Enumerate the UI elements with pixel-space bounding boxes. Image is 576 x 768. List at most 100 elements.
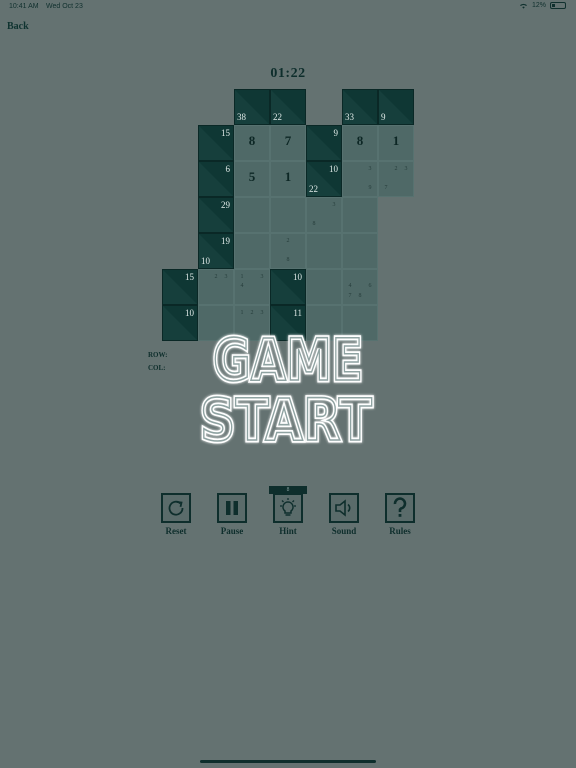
clue-right-sum: 15 <box>185 272 194 282</box>
col-label: COL: <box>148 364 166 372</box>
note-digit <box>365 174 375 183</box>
note-digit <box>257 292 267 301</box>
note-digit <box>319 210 329 219</box>
entry-cell[interactable] <box>234 197 270 233</box>
note-digit: 3 <box>260 310 264 316</box>
entry-cell[interactable] <box>306 269 342 305</box>
rules-label: Rules <box>389 526 411 536</box>
cell-notes: 23 7 <box>381 165 411 193</box>
note-digit <box>247 282 257 291</box>
note-digit <box>247 273 257 282</box>
clue-cell: 22 <box>270 89 306 125</box>
entry-cell[interactable]: 23 <box>198 269 234 305</box>
entry-cell[interactable]: 28 <box>270 233 306 269</box>
clue-right-sum: 10 <box>329 164 338 174</box>
game-timer: 01:22 <box>270 66 306 81</box>
clue-cell: 15 <box>198 125 234 161</box>
entry-cell[interactable]: 1 <box>378 125 414 161</box>
entry-cell[interactable]: 5 <box>234 161 270 197</box>
clue-down-sum: 10 <box>201 256 210 266</box>
note-digit: 3 <box>332 202 336 208</box>
clue-cell: 10 22 <box>306 161 342 197</box>
hint-label: Hint <box>279 526 297 536</box>
entry-cell[interactable]: 8 <box>234 125 270 161</box>
rules-button[interactable]: Rules <box>384 493 416 536</box>
note-digit <box>319 201 329 210</box>
entry-cell[interactable] <box>342 197 378 233</box>
note-digit <box>381 174 391 183</box>
kakuro-board: 38 22 33 9 15 8 7 9 8 1 6 5 1 10 22 3 9 2 3 7 29 3 8 19 10 2 8 15 2 3… <box>162 89 414 341</box>
entry-cell[interactable]: 7 <box>270 125 306 161</box>
clue-right-sum: 15 <box>221 128 230 138</box>
cell-notes: 1 3 4 <box>237 273 267 301</box>
cell-notes: 38 <box>309 201 339 229</box>
game-start-banner: GAME GAME START START <box>198 322 378 453</box>
note-digit <box>355 174 365 183</box>
note-digit <box>329 220 339 229</box>
note-digit <box>345 273 355 282</box>
sound-label: Sound <box>331 526 357 536</box>
hint-button[interactable]: Hint <box>272 493 304 536</box>
clue-down-sum: 9 <box>381 112 386 122</box>
note-digit <box>201 273 211 282</box>
clue-right-sum: 9 <box>333 128 339 138</box>
cell-value: 8 <box>248 133 256 148</box>
cell-notes: 28 <box>273 237 303 265</box>
note-digit <box>365 273 375 282</box>
note-digit <box>345 174 355 183</box>
note-digit <box>355 282 365 291</box>
pause-label: Pause <box>220 526 244 536</box>
cell-notes: 4 6 78 <box>345 273 375 301</box>
note-digit <box>201 292 211 301</box>
clue-right-sum: 10 <box>293 272 302 282</box>
reset-icon <box>168 500 184 516</box>
note-digit <box>247 292 257 301</box>
note-digit: 3 <box>368 166 372 172</box>
battery-percent: 12% <box>531 2 546 9</box>
home-indicator[interactable] <box>200 760 376 763</box>
svg-text:START: START <box>200 386 372 452</box>
pause-button[interactable]: Pause <box>216 493 248 536</box>
entry-cell[interactable] <box>270 197 306 233</box>
entry-cell[interactable]: 1 3 4 <box>234 269 270 305</box>
note-digit: 1 <box>240 274 244 280</box>
note-digit: 8 <box>312 220 316 227</box>
note-digit: 8 <box>358 292 362 299</box>
wifi-icon <box>519 3 527 9</box>
note-digit <box>365 292 375 301</box>
entry-cell[interactable]: 23 7 <box>378 161 414 197</box>
entry-cell[interactable]: 1 <box>270 161 306 197</box>
note-digit: 2 <box>394 166 398 172</box>
note-digit: 4 <box>240 283 244 290</box>
clue-cell: 38 <box>234 89 270 125</box>
note-digit <box>283 246 293 255</box>
clue-right-sum: 19 <box>221 236 230 246</box>
note-digit: 3 <box>224 274 228 280</box>
note-digit <box>237 292 247 301</box>
entry-cell[interactable]: 38 <box>306 197 342 233</box>
entry-cell[interactable]: 39 <box>342 161 378 197</box>
note-digit: 3 <box>404 166 408 172</box>
sound-button[interactable]: Sound <box>328 493 360 536</box>
clue-cell: 9 <box>306 125 342 161</box>
note-digit <box>257 282 267 291</box>
note-digit: 3 <box>260 274 264 280</box>
note-digit <box>273 237 283 246</box>
clue-cell: 10 <box>162 305 198 341</box>
entry-cell[interactable]: 8 <box>342 125 378 161</box>
entry-cell[interactable] <box>342 233 378 269</box>
clue-cell: 19 10 <box>198 233 234 269</box>
clue-right-sum: 11 <box>293 308 302 318</box>
note-digit <box>273 256 283 265</box>
entry-cell[interactable] <box>234 233 270 269</box>
cell-value: 5 <box>248 169 256 184</box>
row-col-info: ROW: COL: <box>148 349 167 375</box>
clue-down-sum: 22 <box>309 184 318 194</box>
note-digit <box>293 237 303 246</box>
clue-cell: 29 <box>198 197 234 233</box>
entry-cell[interactable] <box>306 233 342 269</box>
back-button[interactable]: Back <box>7 21 29 32</box>
note-digit: 9 <box>368 184 372 191</box>
reset-button[interactable]: Reset <box>160 493 192 536</box>
entry-cell[interactable]: 4 6 78 <box>342 269 378 305</box>
